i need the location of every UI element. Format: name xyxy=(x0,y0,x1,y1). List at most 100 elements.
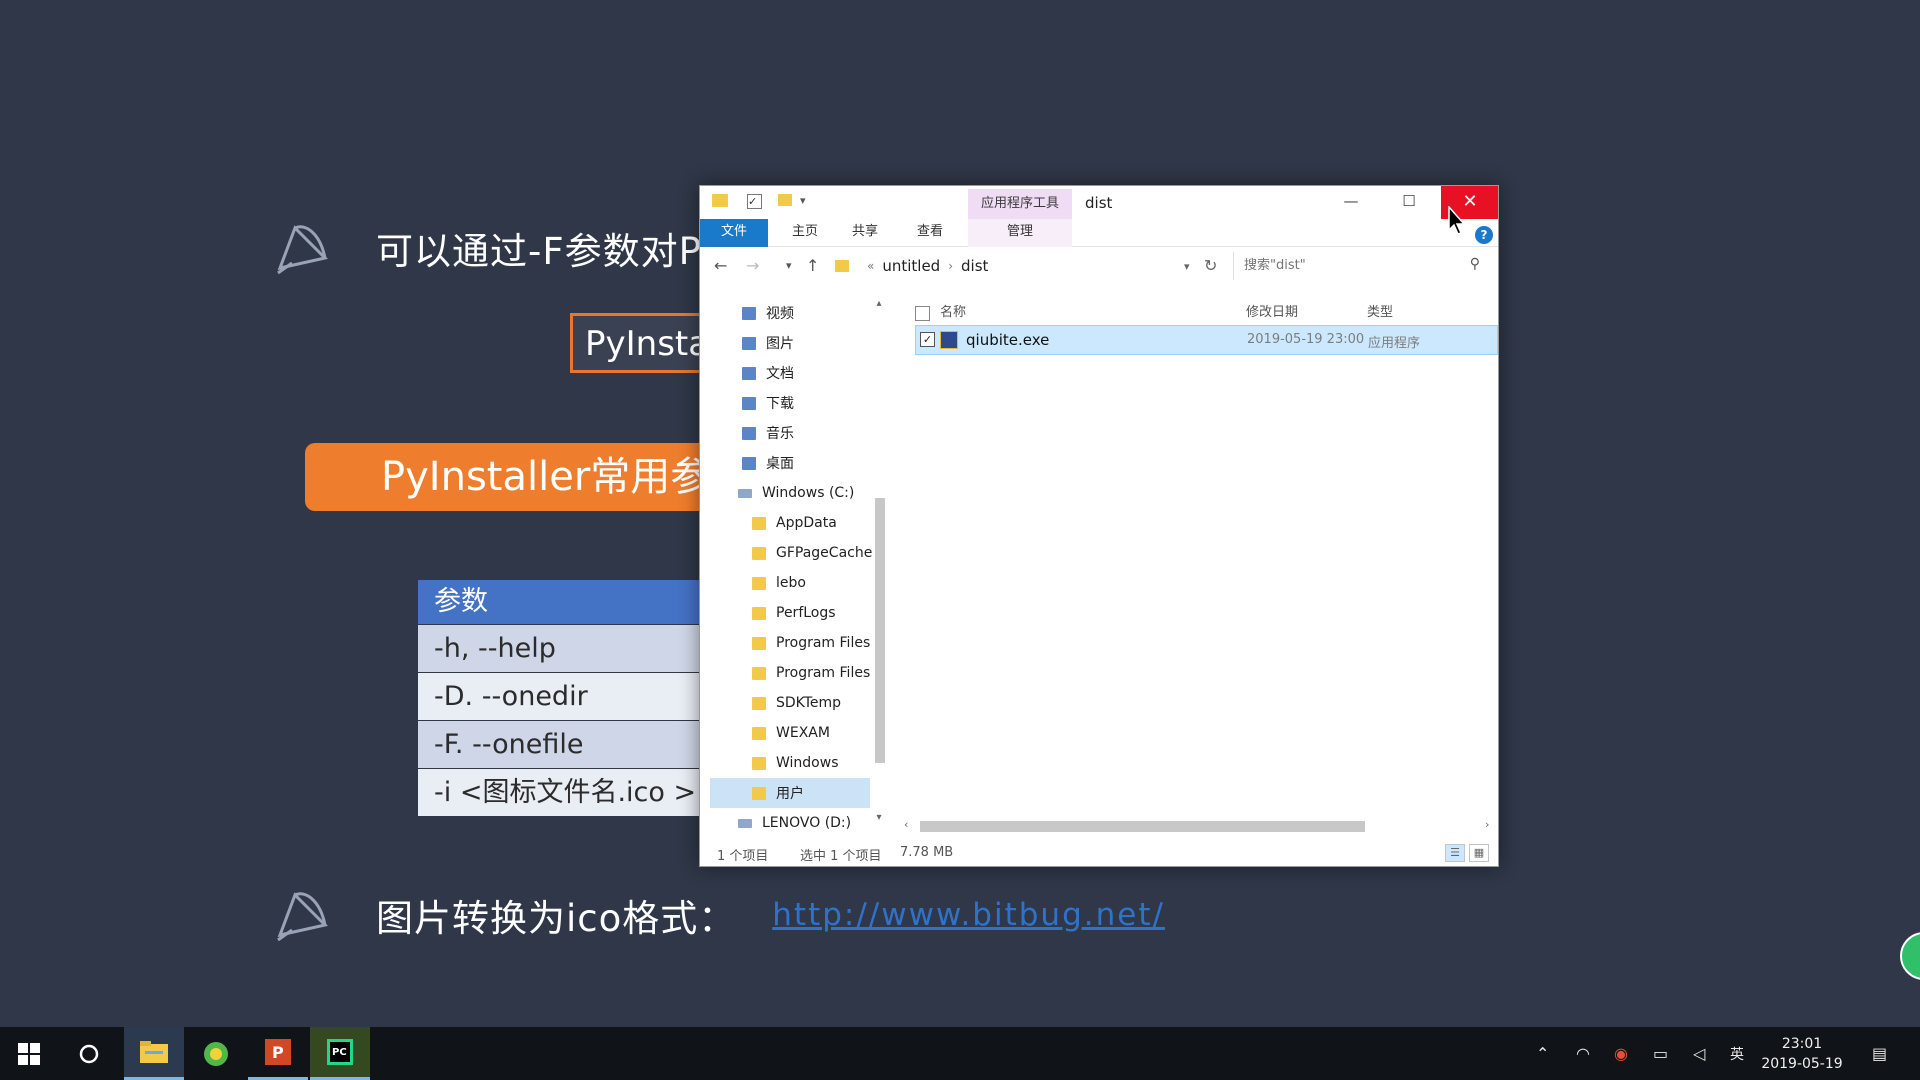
breadcrumb-separator-icon[interactable]: « xyxy=(867,259,874,273)
status-bar: 1 个项目 选中 1 个项目 7.78 MB ☰ ▦ xyxy=(700,840,1498,866)
action-center-icon[interactable]: ▤ xyxy=(1872,1044,1887,1063)
tab-view[interactable]: 查看 xyxy=(905,219,955,247)
tab-home[interactable]: 主页 xyxy=(780,219,830,247)
show-hidden-icons-chevron-up-icon[interactable]: ⌃ xyxy=(1536,1044,1549,1063)
properties-check-icon[interactable]: ✓ xyxy=(747,194,762,209)
param-table-row: -i <图标文件名.ico > xyxy=(418,769,700,816)
start-button[interactable] xyxy=(0,1027,58,1080)
select-all-checkbox[interactable] xyxy=(915,306,930,321)
file-date: 2019-05-19 23:00 xyxy=(1247,332,1365,347)
title-bar[interactable]: ✓ ▾ 应用程序工具 dist — ☐ ✕ xyxy=(700,186,1498,219)
taskbar-powerpoint[interactable]: P xyxy=(248,1027,308,1080)
tab-manage[interactable]: 管理 xyxy=(968,219,1072,247)
customize-toolbar-chevron-down-icon[interactable]: ▾ xyxy=(800,194,806,207)
new-folder-icon[interactable] xyxy=(778,194,792,206)
floating-assistant-button[interactable] xyxy=(1900,932,1920,980)
scroll-left-icon[interactable]: ‹ xyxy=(904,818,908,831)
file-row[interactable]: ✓ qiubite.exe 2019-05-19 23:00 应用程序 xyxy=(915,325,1498,355)
scrollbar-thumb[interactable] xyxy=(920,821,1365,832)
large-icons-view-icon[interactable]: ▦ xyxy=(1469,844,1489,862)
powerpoint-icon: P xyxy=(265,1039,291,1065)
ico-converter-link[interactable]: http://www.bitbug.net/ xyxy=(772,897,1165,933)
breadcrumb-dist[interactable]: dist xyxy=(961,257,988,275)
param-table-header: 参数 xyxy=(418,580,700,624)
ribbon-tabs: 文件 主页 共享 查看 管理 ? xyxy=(700,219,1498,247)
help-icon[interactable]: ? xyxy=(1475,226,1493,244)
scroll-down-icon[interactable]: ▾ xyxy=(872,812,886,823)
search-box[interactable]: ⚲ xyxy=(1233,252,1488,280)
refresh-icon[interactable]: ↻ xyxy=(1204,256,1217,275)
navigation-pane: 视频 图片 文档 下载 音乐 桌面 Windows (C:) AppData G… xyxy=(700,298,885,831)
breadcrumb-separator-icon[interactable]: › xyxy=(948,259,953,273)
nav-item-label: AppData xyxy=(776,515,837,531)
system-clock[interactable]: 23:01 2019-05-19 xyxy=(1752,1034,1852,1074)
nav-item-wexam[interactable]: WEXAM xyxy=(752,718,830,748)
column-header-date[interactable]: 修改日期 xyxy=(1246,298,1298,328)
taskbar-pycharm[interactable]: PC xyxy=(310,1027,370,1080)
nav-item-appdata[interactable]: AppData xyxy=(752,508,837,538)
nav-item-drive-c[interactable]: Windows (C:) xyxy=(738,478,854,508)
folder-icon xyxy=(752,666,766,680)
window-title: dist xyxy=(1085,194,1113,212)
address-bar[interactable]: « untitled › dist xyxy=(835,252,1215,280)
nav-item-lebo[interactable]: lebo xyxy=(752,568,806,598)
folder-icon xyxy=(752,756,766,770)
nav-item-users[interactable]: 用户 xyxy=(710,778,870,808)
scroll-right-icon[interactable]: › xyxy=(1485,818,1489,831)
tab-file[interactable]: 文件 xyxy=(700,219,768,247)
file-row-checkbox[interactable]: ✓ xyxy=(920,332,935,347)
nav-item-program-files[interactable]: Program Files xyxy=(752,628,870,658)
security-tray-icon[interactable]: ◉ xyxy=(1614,1044,1628,1063)
address-history-chevron-down-icon[interactable]: ▾ xyxy=(1184,260,1190,273)
maximize-button[interactable]: ☐ xyxy=(1380,186,1438,219)
recent-locations-chevron-down-icon[interactable]: ▾ xyxy=(786,259,792,272)
nav-item-label: SDKTemp xyxy=(776,695,842,711)
video-library-icon xyxy=(742,306,756,320)
cortana-icon xyxy=(79,1044,99,1063)
column-header-name[interactable]: 名称 xyxy=(940,298,966,328)
nav-item-drive-d[interactable]: LENOVO (D:) xyxy=(738,808,851,838)
back-arrow-icon[interactable]: ← xyxy=(714,256,727,275)
nav-item-documents[interactable]: 文档 xyxy=(742,358,794,388)
nav-item-pictures[interactable]: 图片 xyxy=(742,328,794,358)
pictures-library-icon xyxy=(742,336,756,350)
search-icon[interactable]: ⚲ xyxy=(1470,256,1480,272)
column-header-type[interactable]: 类型 xyxy=(1367,298,1393,328)
search-input[interactable] xyxy=(1234,252,1444,278)
forward-arrow-icon[interactable]: → xyxy=(746,256,759,275)
scrollbar-thumb[interactable] xyxy=(875,498,885,763)
nav-item-program-files-x86[interactable]: Program Files xyxy=(752,658,870,688)
up-arrow-icon[interactable]: ↑ xyxy=(806,256,819,275)
nav-item-label: 桌面 xyxy=(766,456,794,472)
details-view-icon[interactable]: ☰ xyxy=(1445,844,1465,862)
network-wifi-icon[interactable]: ◠ xyxy=(1576,1044,1590,1063)
nav-item-music[interactable]: 音乐 xyxy=(742,418,794,448)
navigation-pane-scrollbar[interactable]: ▴ ▾ xyxy=(872,298,886,828)
param-table-row: -D. --onedir xyxy=(418,673,700,720)
minimize-button[interactable]: — xyxy=(1322,186,1380,219)
taskbar-360-browser[interactable] xyxy=(186,1027,246,1080)
volume-icon[interactable]: ◁ xyxy=(1693,1044,1705,1063)
scroll-up-icon[interactable]: ▴ xyxy=(872,298,886,309)
input-method-indicator[interactable]: 英 xyxy=(1730,1044,1744,1064)
tab-share[interactable]: 共享 xyxy=(840,219,890,247)
file-name: qiubite.exe xyxy=(966,331,1050,349)
music-library-icon xyxy=(742,426,756,440)
nav-item-perflogs[interactable]: PerfLogs xyxy=(752,598,836,628)
nav-item-label: Program Files xyxy=(776,635,871,651)
slide-section-title: PyInstaller常用参 xyxy=(305,443,705,511)
battery-icon[interactable]: ▭ xyxy=(1653,1044,1668,1063)
folder-icon xyxy=(752,636,766,650)
nav-item-desktop[interactable]: 桌面 xyxy=(742,448,794,478)
nav-item-videos[interactable]: 视频 xyxy=(742,298,794,328)
nav-item-downloads[interactable]: 下载 xyxy=(742,388,794,418)
nav-item-gfpagecache[interactable]: GFPageCache xyxy=(752,538,872,568)
nav-item-label: 下载 xyxy=(766,396,794,412)
nav-item-windows[interactable]: Windows xyxy=(752,748,839,778)
exe-file-icon xyxy=(940,331,958,349)
cortana-button[interactable] xyxy=(62,1027,116,1080)
breadcrumb-untitled[interactable]: untitled xyxy=(882,257,940,275)
nav-item-sdktemp[interactable]: SDKTemp xyxy=(752,688,841,718)
taskbar-file-explorer[interactable] xyxy=(124,1027,184,1080)
file-list-horizontal-scrollbar[interactable]: ‹ › xyxy=(900,817,1498,835)
